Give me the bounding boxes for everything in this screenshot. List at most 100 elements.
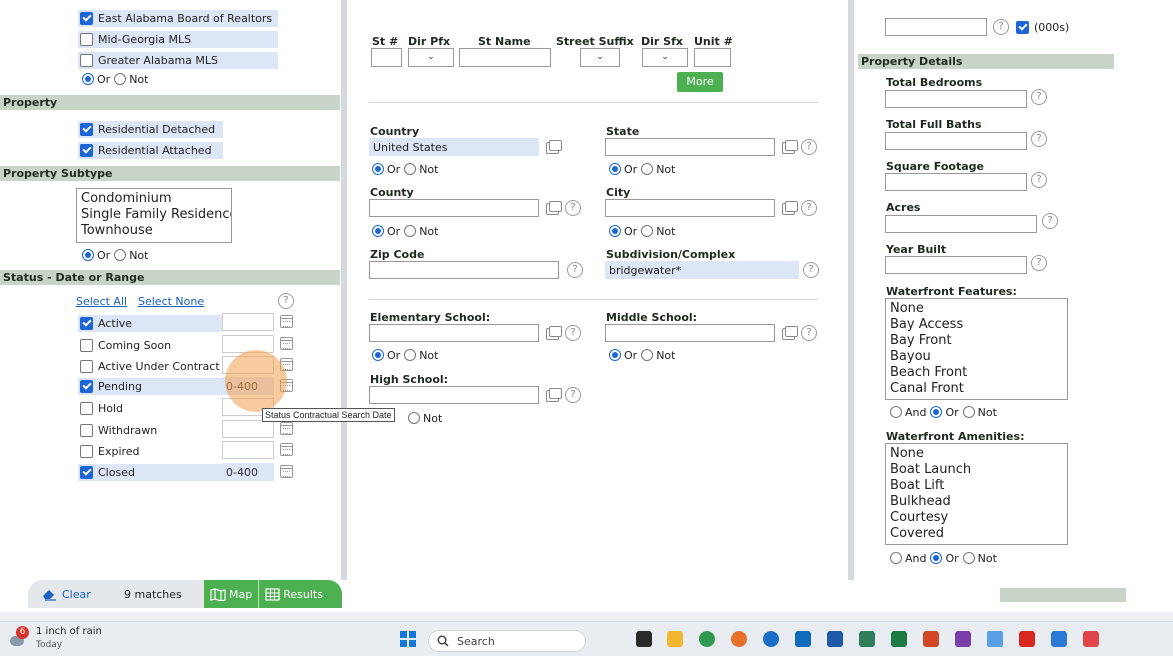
acrobat-icon[interactable] [1019, 631, 1035, 647]
list-item[interactable]: Canal Front [890, 381, 1063, 397]
help-icon[interactable]: ? [801, 200, 817, 216]
county-input[interactable] [369, 199, 539, 217]
status-date-input[interactable] [222, 313, 274, 331]
network-icon[interactable] [987, 631, 1003, 647]
clear-button[interactable]: Clear [28, 587, 124, 601]
picker-icon[interactable] [782, 201, 798, 215]
task-view-icon[interactable] [636, 631, 652, 647]
chrome-icon[interactable] [699, 631, 715, 647]
help-icon[interactable]: ? [1042, 213, 1058, 229]
street-suffix-select[interactable]: ⌄ [580, 48, 620, 67]
edge-icon[interactable] [763, 631, 779, 647]
list-item[interactable]: Beach Front [890, 365, 1063, 381]
middle-school-input[interactable] [605, 324, 775, 342]
property-residential-detached[interactable]: Residential Detached [78, 121, 223, 138]
st-num-input[interactable] [371, 48, 402, 67]
app-icon[interactable] [1083, 631, 1099, 647]
list-item[interactable]: None [890, 446, 1063, 462]
property-residential-attached[interactable]: Residential Attached [78, 142, 223, 159]
mls-option-mid-georgia[interactable]: Mid-Georgia MLS [78, 31, 278, 48]
acres-input[interactable] [885, 215, 1037, 233]
elementary-school-input[interactable] [369, 324, 539, 342]
year-built-input[interactable] [885, 256, 1027, 274]
app-icon[interactable] [1051, 631, 1067, 647]
list-item[interactable]: Bayou [890, 349, 1063, 365]
mls-or-radio[interactable] [82, 73, 94, 85]
status-hold[interactable]: Hold [78, 400, 222, 417]
file-explorer-icon[interactable] [667, 631, 683, 647]
city-or-radio[interactable] [609, 225, 621, 237]
not-radio[interactable] [962, 552, 975, 564]
middle-not-radio[interactable] [641, 349, 654, 361]
calendar-icon[interactable] [280, 422, 293, 435]
country-or-radio[interactable] [372, 163, 384, 175]
or-radio[interactable] [930, 552, 943, 564]
middle-or-radio[interactable] [609, 349, 621, 361]
unit-input[interactable] [694, 48, 731, 67]
firefox-icon[interactable] [731, 631, 747, 647]
list-item[interactable]: Boat Launch [890, 462, 1063, 478]
county-or-radio[interactable] [372, 225, 384, 237]
high-not-radio[interactable] [408, 412, 420, 424]
select-none-link[interactable]: Select None [138, 295, 204, 308]
zip-code-input[interactable] [369, 261, 559, 279]
help-icon[interactable]: ? [565, 387, 581, 403]
state-or-radio[interactable] [609, 163, 621, 175]
help-icon[interactable]: ? [278, 293, 294, 309]
list-item[interactable]: Bay Front [890, 333, 1063, 349]
status-closed[interactable]: Closed [78, 464, 222, 481]
windows-start-icon[interactable] [400, 631, 416, 647]
status-pending[interactable]: Pending [78, 378, 222, 395]
picker-icon[interactable] [546, 326, 562, 340]
and-radio[interactable] [890, 406, 902, 418]
picker-icon[interactable] [546, 388, 562, 402]
status-date-input[interactable] [222, 441, 274, 459]
select-all-link[interactable]: Select All [76, 295, 127, 308]
status-active[interactable]: Active [78, 315, 222, 332]
dir-sfx-select[interactable]: ⌄ [642, 48, 688, 67]
calendar-icon[interactable] [280, 465, 293, 478]
or-radio[interactable] [930, 406, 943, 418]
list-item[interactable]: Townhouse [81, 223, 227, 239]
more-button[interactable]: More [677, 72, 723, 92]
list-item[interactable]: Condominium [81, 191, 227, 207]
status-active-under-contract[interactable]: Active Under Contract [78, 358, 222, 375]
help-icon[interactable]: ? [1031, 89, 1047, 105]
help-icon[interactable]: ? [1031, 172, 1047, 188]
mls-not-radio[interactable] [114, 73, 127, 85]
county-not-radio[interactable] [404, 225, 417, 237]
st-name-input[interactable] [459, 48, 551, 67]
status-expired[interactable]: Expired [78, 443, 222, 460]
help-icon[interactable]: ? [993, 19, 1009, 35]
city-not-radio[interactable] [641, 225, 654, 237]
mls-option-east-alabama[interactable]: East Alabama Board of Realtors [78, 10, 278, 27]
waterfront-amenities-listbox[interactable]: None Boat Launch Boat Lift Bulkhead Cour… [885, 443, 1068, 545]
list-item[interactable]: Covered [890, 526, 1063, 542]
taskbar-search[interactable]: Search [428, 630, 586, 652]
state-not-radio[interactable] [641, 163, 654, 175]
subdivision-input[interactable]: bridgewater* [605, 261, 799, 279]
help-icon[interactable]: ? [1031, 255, 1047, 271]
mls-option-greater-alabama[interactable]: Greater Alabama MLS [78, 52, 278, 69]
waterfront-features-listbox[interactable]: None Bay Access Bay Front Bayou Beach Fr… [885, 298, 1068, 400]
picker-icon[interactable] [782, 140, 798, 154]
country-input[interactable]: United States [369, 138, 539, 156]
elementary-or-radio[interactable] [372, 349, 384, 361]
weather-widget-icon[interactable]: 6 [10, 626, 32, 652]
results-tab[interactable]: Results [259, 580, 342, 608]
list-item[interactable]: None [890, 301, 1063, 317]
weather-title[interactable]: 1 inch of rain [36, 626, 102, 637]
calendar-icon[interactable] [280, 337, 293, 350]
powerpoint-icon[interactable] [923, 631, 939, 647]
total-bedrooms-input[interactable] [885, 90, 1027, 108]
property-subtype-listbox[interactable]: Condominium Single Family Residence Town… [76, 188, 232, 243]
subtype-or-radio[interactable] [82, 249, 94, 261]
country-not-radio[interactable] [404, 163, 417, 175]
high-school-input[interactable] [369, 386, 539, 404]
outlook-icon[interactable] [795, 631, 811, 647]
list-item[interactable]: Courtesy [890, 510, 1063, 526]
picker-icon[interactable] [546, 201, 562, 215]
status-date-input[interactable] [222, 420, 274, 438]
word-icon[interactable] [827, 631, 843, 647]
status-withdrawn[interactable]: Withdrawn [78, 422, 222, 439]
